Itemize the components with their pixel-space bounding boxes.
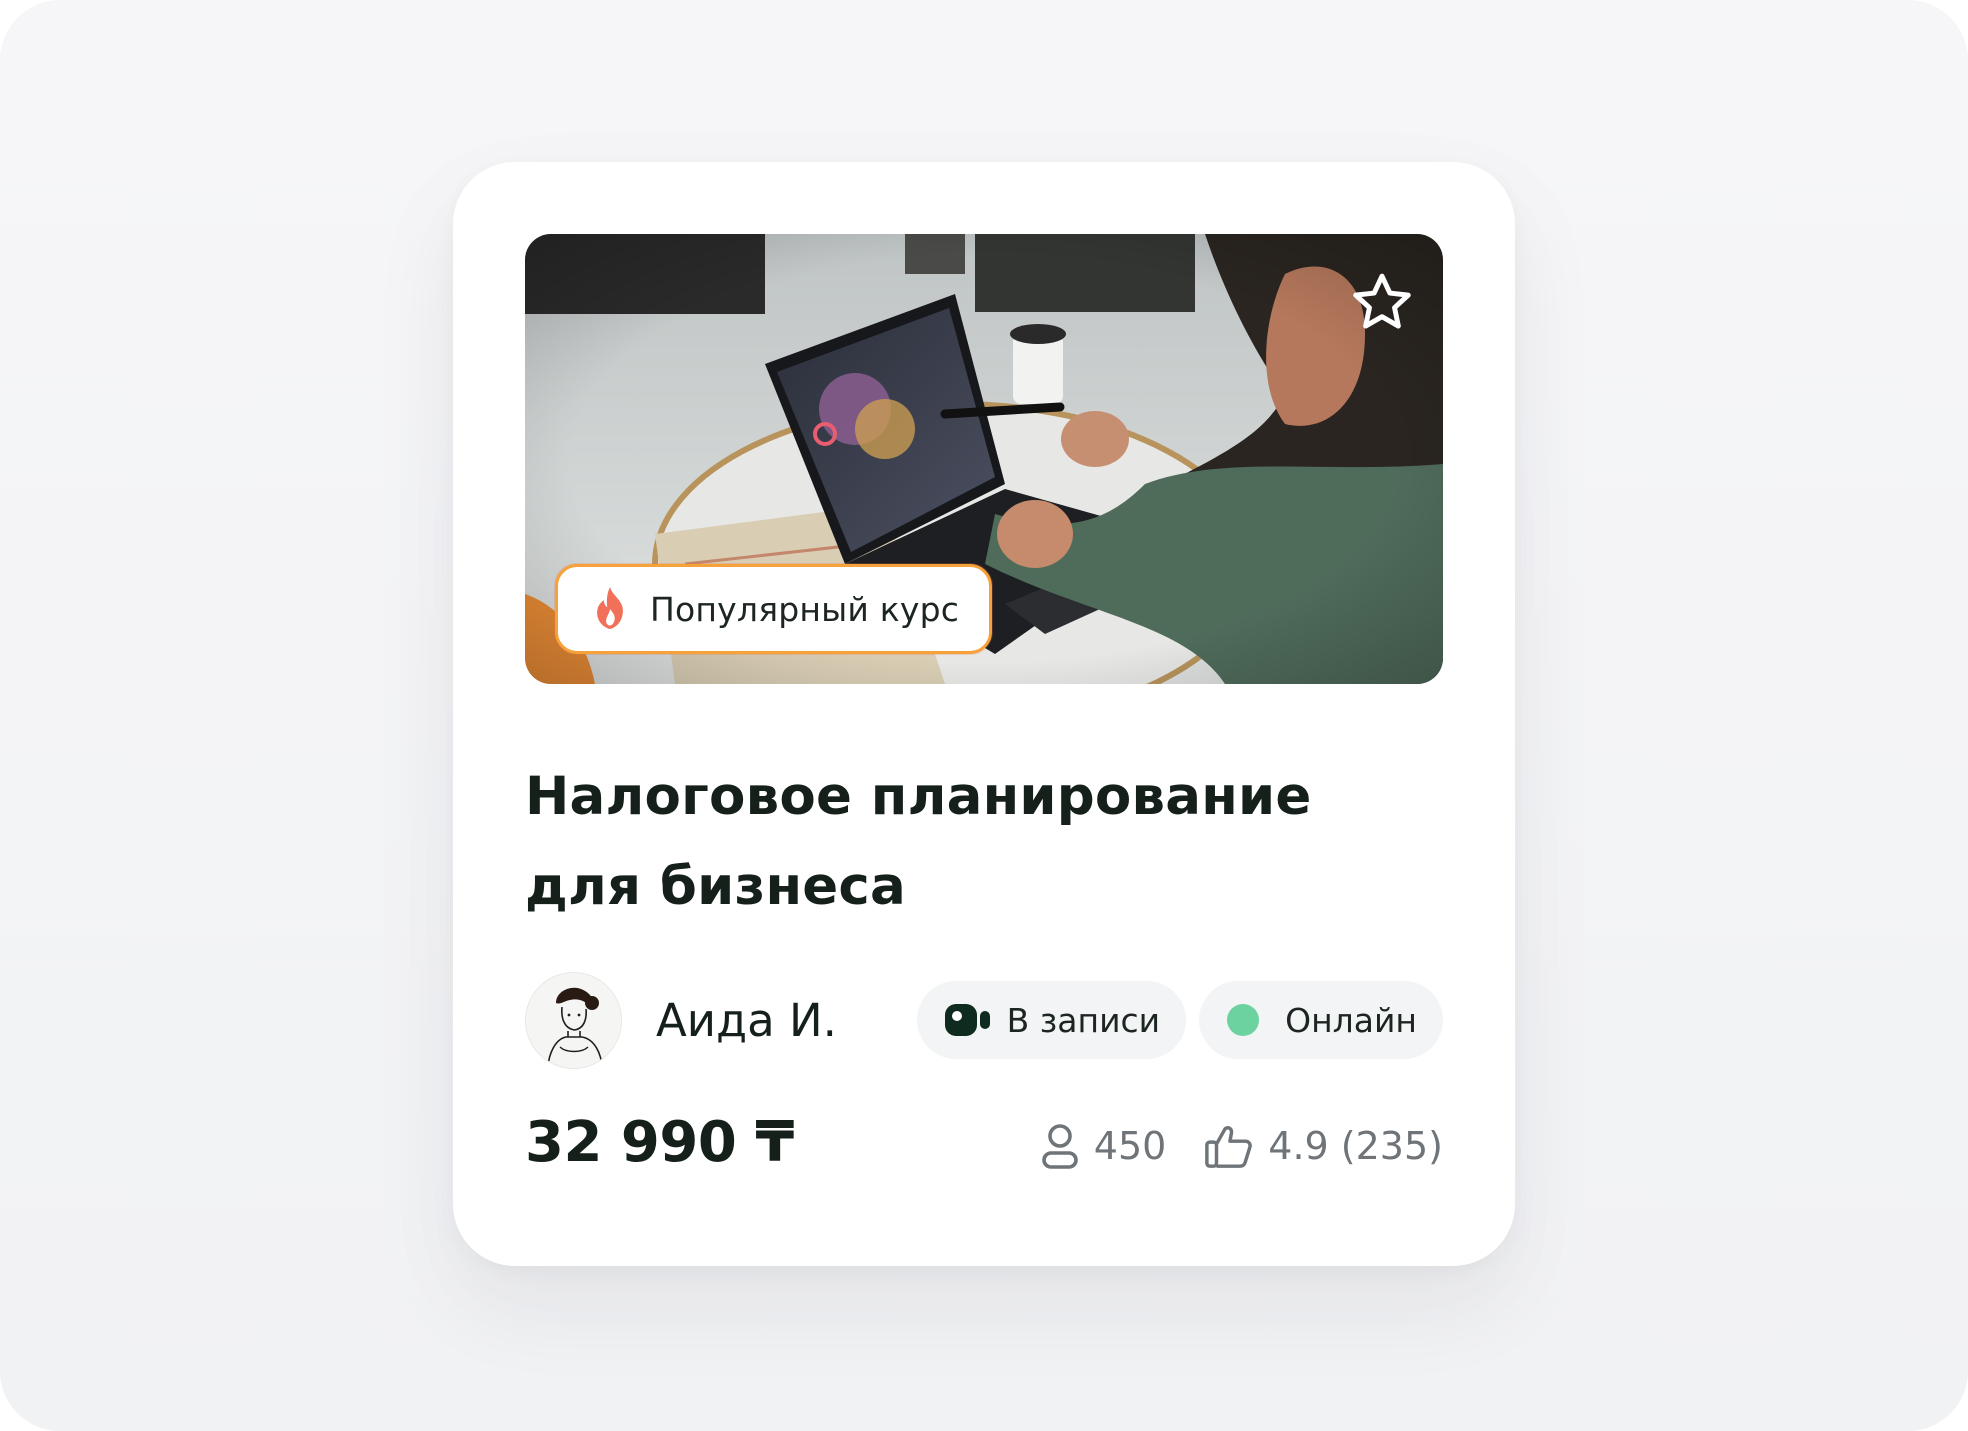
user-icon — [1041, 1124, 1078, 1169]
video-camera-icon — [944, 1004, 990, 1036]
format-chip-recorded[interactable]: В записи — [916, 981, 1187, 1059]
author-avatar-illustration — [526, 973, 621, 1068]
author-info[interactable]: Аида И. — [525, 972, 837, 1069]
course-rating: 4.9 (235) — [1204, 1122, 1443, 1170]
course-title[interactable]: Налоговое планирование для бизнеса — [525, 752, 1425, 932]
course-card[interactable]: Популярный курс Налоговое планирование д… — [453, 162, 1515, 1266]
course-cover-image[interactable]: Популярный курс — [525, 234, 1443, 684]
online-status-dot — [1227, 1004, 1260, 1036]
format-chips: В записи Онлайн — [916, 981, 1443, 1059]
format-chip-label: Онлайн — [1285, 1000, 1417, 1040]
favorite-button[interactable] — [1343, 264, 1421, 342]
course-price: 32 990 ₸ — [525, 1110, 794, 1175]
students-count: 450 — [1040, 1122, 1167, 1170]
format-chip-online[interactable]: Онлайн — [1199, 981, 1443, 1059]
rating-value: 4.9 (235) — [1268, 1124, 1443, 1168]
star-outline-icon — [1353, 273, 1411, 329]
avatar[interactable] — [525, 972, 622, 1069]
popular-course-badge: Популярный курс — [555, 564, 993, 654]
author-name[interactable]: Аида И. — [656, 994, 837, 1047]
flame-icon — [597, 587, 623, 630]
page-background: Популярный курс Налоговое планирование д… — [0, 0, 1968, 1431]
thumbs-up-icon — [1205, 1126, 1253, 1168]
course-stats: 450 4.9 (235) — [1040, 1122, 1443, 1170]
students-count-value: 450 — [1093, 1124, 1167, 1168]
format-chip-label: В записи — [1006, 1000, 1161, 1040]
badge-label: Популярный курс — [650, 589, 960, 629]
